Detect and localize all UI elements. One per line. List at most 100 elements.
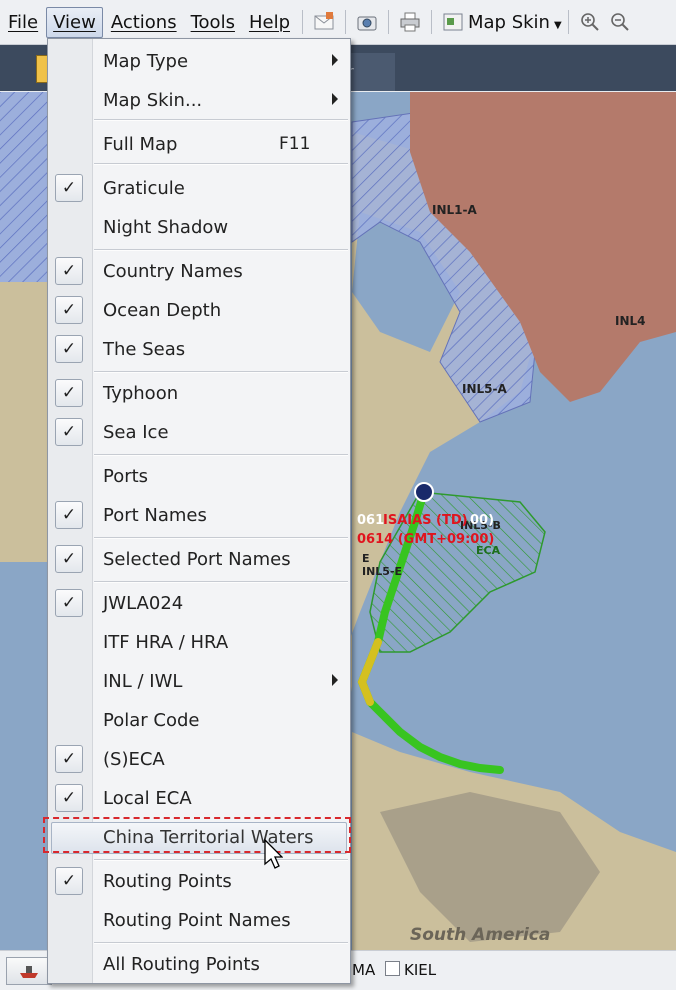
menu-item-itf-hra[interactable]: ITF HRA / HRA (48, 625, 350, 661)
menu-item-local-eca[interactable]: ✓ Local ECA (48, 781, 350, 817)
menu-item-label: All Routing Points (103, 954, 260, 975)
menu-separator (94, 454, 348, 456)
menu-item-typhoon[interactable]: ✓ Typhoon (48, 376, 350, 412)
menu-separator (94, 537, 348, 539)
checkmark-icon: ✓ (55, 379, 83, 407)
storm-label-white2: 00) (470, 513, 494, 528)
continent-label-south-america: South America (410, 925, 550, 945)
menu-help[interactable]: Help (243, 8, 296, 37)
checkmark-icon: ✓ (55, 418, 83, 446)
menu-item-the-seas[interactable]: ✓ The Seas (48, 332, 350, 368)
checkmark-icon: ✓ (55, 296, 83, 324)
menu-item-night-shadow[interactable]: Night Shadow (48, 210, 350, 246)
zone-label-inl1a: INL1-A (432, 203, 477, 217)
chevron-down-icon: ▼ (553, 19, 562, 31)
storm-time-label: 0614 (GMT+09:00) (357, 532, 494, 547)
toolbar-separator (388, 10, 389, 34)
mail-icon[interactable] (313, 11, 335, 33)
menu-item-routing-point-names[interactable]: Routing Point Names (48, 903, 350, 939)
menu-item-label: JWLA024 (103, 593, 184, 614)
toolbar-separator (302, 10, 303, 34)
menu-item-label: Routing Points (103, 871, 232, 892)
checkmark-icon: ✓ (55, 784, 83, 812)
highlight-box (43, 817, 351, 853)
menu-separator (94, 119, 348, 121)
left-land (0, 282, 47, 562)
menu-item-map-skin[interactable]: Map Skin... (48, 83, 350, 119)
menu-actions[interactable]: Actions (105, 8, 183, 37)
menu-item-label: Port Names (103, 505, 207, 526)
submenu-arrow-icon (332, 674, 338, 686)
menu-item-label: Typhoon (103, 383, 179, 404)
menu-item-selected-port-names[interactable]: ✓ Selected Port Names (48, 542, 350, 578)
menu-item-label: Graticule (103, 178, 185, 199)
checkmark-icon: ✓ (55, 257, 83, 285)
toolbar-separator (567, 10, 569, 34)
storm-icon[interactable] (414, 482, 434, 502)
map-skin-icon[interactable] (442, 11, 464, 33)
zoom-out-icon[interactable] (609, 11, 631, 33)
checkmark-icon: ✓ (55, 335, 83, 363)
menu-item-map-type[interactable]: Map Type (48, 44, 350, 80)
menu-item-inl-iwl[interactable]: INL / IWL (48, 664, 350, 700)
menu-item-label: Selected Port Names (103, 549, 291, 570)
menu-item-ocean-depth[interactable]: ✓ Ocean Depth (48, 293, 350, 329)
menu-item-polar-code[interactable]: Polar Code (48, 703, 350, 739)
toolbar-separator (345, 10, 346, 34)
storm-name-label: ISAIAS (TD) (383, 513, 468, 528)
mouse-cursor-icon (261, 838, 284, 874)
menu-item-label: Ports (103, 466, 149, 487)
camera-icon[interactable] (356, 11, 378, 33)
menu-separator (94, 249, 348, 251)
status-label-kiel: KIEL (404, 961, 437, 979)
menu-separator (94, 581, 348, 583)
menu-item-label: The Seas (103, 339, 186, 360)
menu-item-ports[interactable]: Ports (48, 459, 350, 495)
zoom-in-icon[interactable] (579, 11, 601, 33)
menu-separator (94, 942, 348, 944)
menu-item-full-map[interactable]: Full Map F11 (48, 127, 350, 163)
checkmark-icon: ✓ (55, 174, 83, 202)
menu-item-routing-points[interactable]: ✓ Routing Points (48, 864, 350, 900)
menu-separator (94, 371, 348, 373)
map-skin-dropdown[interactable]: Map Skin ▼ (468, 12, 562, 33)
menu-item-label: (S)ECA (103, 749, 165, 770)
checkmark-icon: ✓ (55, 545, 83, 573)
menu-item-port-names[interactable]: ✓ Port Names (48, 498, 350, 534)
menu-item-label: ITF HRA / HRA (103, 632, 229, 653)
status-label-ma: MA (352, 961, 376, 979)
menu-tools[interactable]: Tools (185, 8, 241, 37)
checkmark-icon: ✓ (55, 589, 83, 617)
menu-item-label: Sea Ice (103, 422, 169, 443)
checkmark-icon: ✓ (55, 501, 83, 529)
menu-item-graticule[interactable]: ✓ Graticule (48, 171, 350, 207)
toolbar-separator (431, 10, 432, 34)
checkmark-icon: ✓ (55, 745, 83, 773)
menu-item-label: Local ECA (103, 788, 192, 809)
map-skin-label: Map Skin (468, 11, 550, 33)
storm-label-white: 061 (357, 513, 384, 528)
menu-item-shortcut: F11 (279, 134, 311, 154)
menu-item-label: Country Names (103, 261, 243, 282)
checkmark-icon: ✓ (55, 867, 83, 895)
menu-item-label: Full Map (103, 134, 178, 155)
menu-item-label: Map Type (103, 51, 189, 72)
kiel-checkbox[interactable] (385, 961, 400, 976)
menu-item-label: Ocean Depth (103, 300, 222, 321)
submenu-arrow-icon (332, 54, 338, 66)
menu-separator (94, 163, 348, 165)
ship-icon[interactable] (6, 957, 52, 985)
menu-separator (94, 859, 348, 861)
menu-item-seca[interactable]: ✓ (S)ECA (48, 742, 350, 778)
menu-file[interactable]: File (2, 8, 44, 37)
submenu-arrow-icon (332, 93, 338, 105)
left-zone-hatch (0, 92, 47, 282)
zone-label-inl4: INL4 (615, 314, 646, 328)
menu-item-jwla024[interactable]: ✓ JWLA024 (48, 586, 350, 622)
print-icon[interactable] (399, 11, 421, 33)
menu-item-sea-ice[interactable]: ✓ Sea Ice (48, 415, 350, 451)
menu-item-all-routing-points[interactable]: All Routing Points (48, 947, 350, 983)
menu-item-label: Night Shadow (103, 217, 229, 238)
menu-item-country-names[interactable]: ✓ Country Names (48, 254, 350, 290)
menu-view[interactable]: View (46, 6, 103, 38)
